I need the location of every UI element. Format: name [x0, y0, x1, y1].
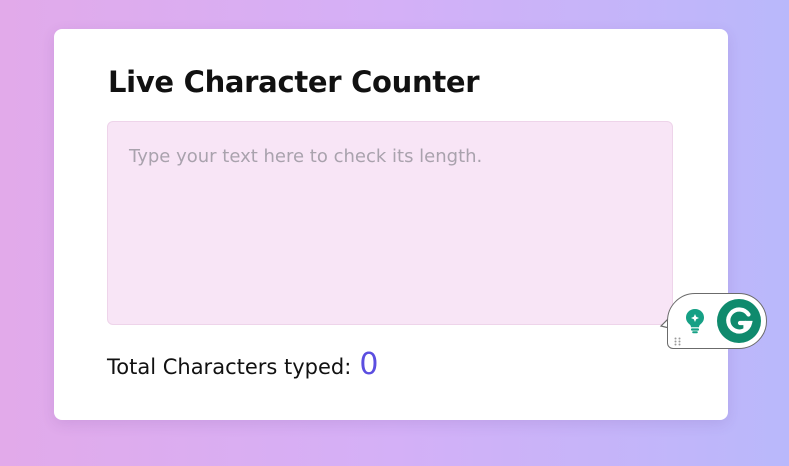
- grammarly-widget[interactable]: [667, 293, 767, 349]
- text-input[interactable]: [107, 121, 673, 325]
- lightbulb-icon[interactable]: [682, 306, 708, 334]
- character-count: 0: [359, 347, 379, 382]
- grammarly-g-glyph: [726, 307, 753, 334]
- drag-handle-icon[interactable]: [674, 337, 682, 346]
- page-title: Live Character Counter: [108, 65, 480, 99]
- counter-label: Total Characters typed:: [107, 355, 352, 379]
- grammarly-logo-icon[interactable]: [717, 299, 761, 343]
- counter-row: Total Characters typed: 0: [107, 347, 378, 382]
- counter-card: Live Character Counter Total Characters …: [54, 29, 728, 420]
